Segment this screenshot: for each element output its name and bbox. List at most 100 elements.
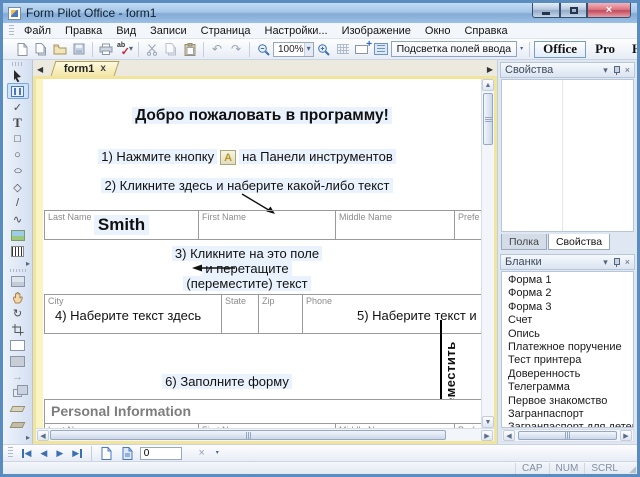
field-phone[interactable]: Phone 5) Наберите текст и г: [303, 295, 481, 333]
last-name-value[interactable]: Smith: [45, 211, 198, 239]
save-button[interactable]: [70, 40, 88, 58]
properties-grid[interactable]: [501, 79, 634, 232]
scroll-right-button[interactable]: ▶: [481, 430, 493, 441]
pin-icon[interactable]: [613, 65, 620, 75]
text-tool-button[interactable]: T: [7, 115, 29, 131]
print-button[interactable]: [97, 40, 115, 58]
list-item[interactable]: Форма 3: [508, 301, 633, 314]
menu-settings[interactable]: Настройки...: [258, 24, 335, 38]
redo-button[interactable]: ↷: [227, 40, 245, 58]
palette-grip[interactable]: [12, 62, 24, 66]
menu-records[interactable]: Записи: [143, 24, 194, 38]
resize-grip[interactable]: ◢: [629, 465, 636, 474]
eraser-button[interactable]: [7, 401, 29, 417]
scroll-up-button[interactable]: ▲: [482, 79, 494, 91]
crop-tool-button[interactable]: [7, 321, 29, 337]
new-from-template-button[interactable]: [32, 40, 50, 58]
add-field-button[interactable]: [353, 40, 371, 58]
highlight-fields-toggle[interactable]: [372, 40, 390, 58]
copy-button[interactable]: [162, 40, 180, 58]
rotate-image-button[interactable]: ↻: [7, 305, 29, 321]
cut-button[interactable]: [143, 40, 161, 58]
tab-properties[interactable]: Свойства: [548, 234, 610, 250]
tab-close-icon[interactable]: x: [101, 64, 107, 74]
undo-button[interactable]: ↶: [208, 40, 226, 58]
panel-close-icon[interactable]: ×: [625, 258, 630, 267]
zoom-in-button[interactable]: [315, 40, 333, 58]
menu-window[interactable]: Окно: [418, 24, 458, 38]
field-last-name[interactable]: Last Name Smith: [45, 211, 199, 239]
blanks-scrollbar[interactable]: ◀ ▶: [501, 429, 634, 442]
ellipse-tool-button[interactable]: ○: [2, 163, 34, 179]
menu-edit[interactable]: Правка: [58, 24, 109, 38]
field-first-name[interactable]: First Name: [199, 211, 336, 239]
field-state[interactable]: State: [222, 295, 259, 333]
last-record-button[interactable]: ▶: [69, 448, 84, 459]
barcode-tool-button[interactable]: [7, 243, 29, 259]
blanks-scroll-thumb[interactable]: [518, 431, 617, 440]
properties-panel-header[interactable]: Свойства ▾ ×: [500, 62, 635, 78]
panel-close-icon[interactable]: ×: [625, 66, 630, 75]
tab-scroll-left[interactable]: ◀: [35, 65, 45, 76]
tab-pro[interactable]: Pro: [587, 41, 623, 58]
spellcheck-button[interactable]: ab✓ ▾: [116, 40, 134, 58]
previous-record-button[interactable]: ◀: [37, 448, 50, 459]
fill-gray-button[interactable]: [7, 353, 29, 369]
maximize-button[interactable]: [560, 3, 587, 18]
titlebar[interactable]: Form Pilot Office - form1 ×: [3, 3, 637, 23]
line-tool-button[interactable]: /: [7, 195, 29, 211]
list-item[interactable]: Тест принтера: [508, 354, 633, 367]
scroll-right-button[interactable]: ▶: [620, 430, 632, 441]
fill-white-button[interactable]: [7, 337, 29, 353]
polygon-tool-button[interactable]: ◇: [7, 179, 29, 195]
toolbar-grip[interactable]: [9, 25, 14, 37]
pin-icon[interactable]: [613, 257, 620, 267]
field-prefix[interactable]: Prefe: [455, 211, 481, 239]
new-record-button[interactable]: [98, 444, 116, 462]
rectangle-tool-button[interactable]: □: [7, 131, 29, 147]
horizontal-scrollbar[interactable]: ◀ ▶: [36, 428, 494, 441]
list-item[interactable]: Опись: [508, 328, 633, 341]
move-area-button[interactable]: →: [7, 369, 29, 385]
open-button[interactable]: [51, 40, 69, 58]
clone-area-button[interactable]: [7, 385, 29, 401]
list-item[interactable]: Загранпаспорт: [508, 408, 633, 421]
eraser-alt-button[interactable]: [7, 417, 29, 433]
circle-tool-button[interactable]: ○: [7, 147, 29, 163]
scroll-left-button[interactable]: ◀: [37, 430, 49, 441]
delete-record-button[interactable]: ×: [193, 444, 211, 462]
list-item[interactable]: Телеграмма: [508, 381, 633, 394]
menu-image[interactable]: Изображение: [335, 24, 418, 38]
vertical-scrollbar[interactable]: ▲ ▼: [481, 79, 494, 428]
tab-shelf[interactable]: Полка: [501, 234, 547, 250]
field-city[interactable]: City 4) Наберите текст здесь: [45, 295, 222, 333]
copy-record-button[interactable]: [119, 444, 137, 462]
menu-file[interactable]: Файл: [17, 24, 58, 38]
highlight-fields-button[interactable]: Подсветка полей ввода: [391, 41, 518, 57]
scroll-down-button[interactable]: ▼: [482, 416, 494, 428]
minimize-button[interactable]: [532, 3, 560, 18]
list-item[interactable]: Загранпаспорт для детей: [508, 421, 633, 428]
document-page[interactable]: Добро пожаловать в программу! 1) Нажмите…: [43, 79, 481, 428]
list-item[interactable]: Форма 2: [508, 287, 633, 300]
record-number-input[interactable]: [140, 447, 182, 460]
insert-image-tool-button[interactable]: [7, 227, 29, 243]
list-item[interactable]: Первое знакомство: [508, 395, 633, 408]
tab-scroll-right[interactable]: ▶: [485, 65, 495, 76]
toolbar-grip[interactable]: [8, 447, 13, 459]
panel-menu-icon[interactable]: ▾: [603, 258, 608, 267]
list-item[interactable]: Форма 1: [508, 274, 633, 287]
menu-view[interactable]: Вид: [109, 24, 143, 38]
menu-help[interactable]: Справка: [457, 24, 514, 38]
vertical-scroll-thumb[interactable]: [483, 93, 493, 145]
zoom-dropdown-icon[interactable]: ▾: [304, 43, 313, 56]
select-tool-button[interactable]: [7, 67, 29, 83]
close-button[interactable]: ×: [587, 3, 631, 18]
new-document-button[interactable]: [13, 40, 31, 58]
next-record-button[interactable]: ▶: [53, 448, 66, 459]
scroll-left-button[interactable]: ◀: [503, 430, 515, 441]
list-item[interactable]: Платежное поручение: [508, 341, 633, 354]
tab-home[interactable]: Home: [624, 41, 640, 58]
list-item[interactable]: Счет: [508, 314, 633, 327]
palette-overflow-bottom[interactable]: ▸: [26, 433, 30, 442]
